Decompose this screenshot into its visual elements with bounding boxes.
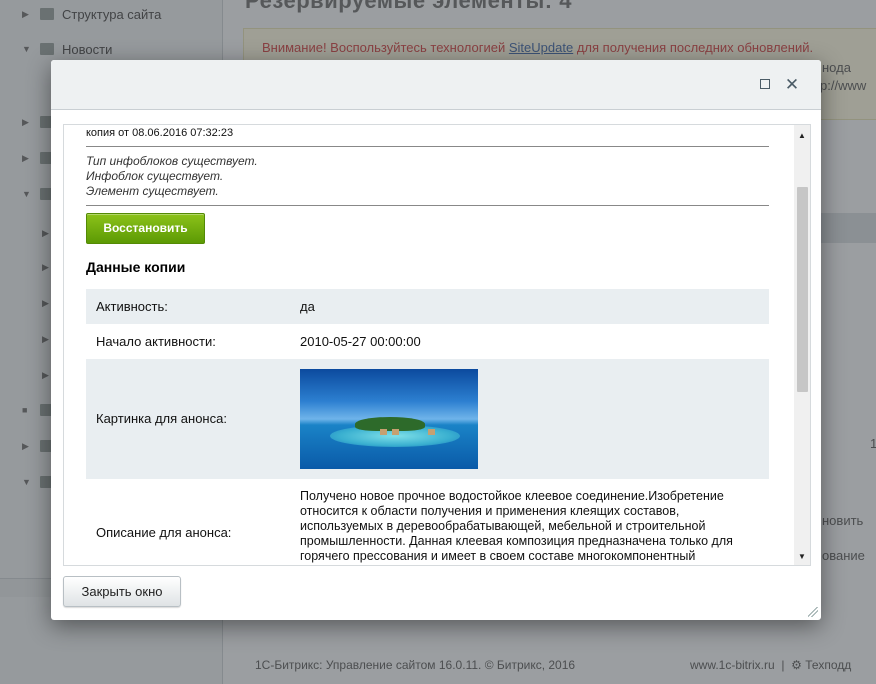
dialog-scroll-area[interactable]: копия от 08.06.2016 07:32:23 Тип инфобло…	[63, 124, 811, 566]
property-value: 2010-05-27 00:00:00	[300, 334, 421, 349]
close-icon[interactable]: ✕	[783, 76, 801, 94]
restore-button[interactable]: Восстановить	[86, 213, 205, 244]
dialog-header[interactable]: ✕	[51, 60, 821, 110]
table-row: Активность: да	[86, 289, 769, 324]
table-row: Начало активности: 2010-05-27 00:00:00	[86, 324, 769, 359]
property-label: Начало активности:	[96, 334, 216, 349]
maximize-icon[interactable]	[756, 76, 774, 94]
property-label: Описание для анонса:	[96, 525, 232, 540]
table-row: Картинка для анонса:	[86, 359, 769, 479]
scroll-up-icon[interactable]: ▲	[798, 131, 806, 140]
status-line-iblock: Инфоблок существует.	[86, 169, 224, 183]
vertical-scrollbar[interactable]: ▲ ▼	[794, 125, 810, 565]
section-title: Данные копии	[86, 259, 186, 275]
table-row: Описание для анонса: Получено новое проч…	[86, 479, 769, 565]
divider	[86, 146, 769, 147]
status-lines: Тип инфоблоков существует. Инфоблок суще…	[86, 154, 258, 199]
preview-image[interactable]	[300, 369, 478, 469]
close-window-button[interactable]: Закрыть окно	[63, 576, 181, 607]
version-label: копия от 08.06.2016 07:32:23	[86, 127, 234, 139]
scroll-down-icon[interactable]: ▼	[798, 552, 806, 561]
property-value: Получено новое прочное водостойкое клеев…	[300, 489, 733, 563]
scrollbar-thumb[interactable]	[797, 187, 808, 392]
divider	[86, 205, 769, 206]
property-label: Картинка для анонса:	[96, 411, 227, 426]
properties-table: Активность: да Начало активности: 2010-0…	[86, 289, 769, 565]
property-label: Активность:	[96, 299, 168, 314]
property-value: да	[300, 299, 315, 314]
status-line-element: Элемент существует.	[86, 184, 219, 198]
status-line-iblock-type: Тип инфоблоков существует.	[86, 154, 258, 168]
backup-copy-dialog: ✕ копия от 08.06.2016 07:32:23 Тип инфоб…	[51, 60, 821, 620]
resize-grip-icon[interactable]	[808, 607, 818, 617]
